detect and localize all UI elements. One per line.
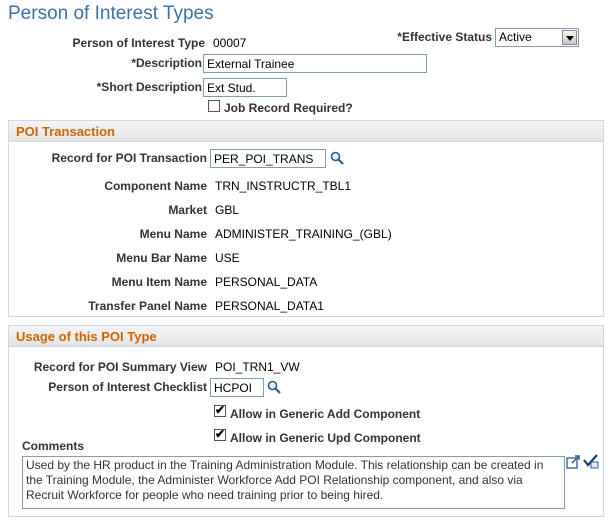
lookup-icon[interactable] [330, 151, 344, 165]
usage-header: Usage of this POI Type [9, 326, 603, 347]
poi-transaction-header: POI Transaction [9, 121, 603, 142]
checkmark-icon: ✔ [215, 403, 226, 417]
checklist-input[interactable] [210, 378, 264, 397]
summary-view-label: Record for POI Summary View [33, 360, 207, 374]
menu-bar-name-label: Menu Bar Name [116, 251, 207, 265]
chevron-down-icon[interactable] [562, 30, 577, 45]
record-poi-transaction-label: Record for POI Transaction [51, 151, 207, 165]
transfer-panel-name-value: PERSONAL_DATA1 [215, 299, 324, 313]
market-label: Market [168, 203, 207, 217]
job-record-label: Job Record Required? [224, 101, 353, 115]
comments-textarea[interactable]: Used by the HR product in the Training A… [22, 456, 565, 509]
allow-upd-label: Allow in Generic Upd Component [230, 431, 421, 445]
menu-item-name-label: Menu Item Name [111, 275, 207, 289]
market-value: GBL [215, 203, 240, 217]
short-description-input[interactable] [203, 78, 287, 97]
menu-bar-name-value: USE [215, 251, 240, 265]
expand-text-icon[interactable] [566, 455, 582, 469]
spell-check-icon[interactable] [583, 453, 599, 469]
comments-label: Comments [22, 439, 85, 453]
poi-type-label: Person of Interest Type [72, 36, 205, 50]
description-input[interactable] [203, 54, 427, 73]
menu-item-name-value: PERSONAL_DATA [215, 275, 318, 289]
job-record-checkbox[interactable] [208, 100, 220, 112]
page-title: Person of Interest Types [8, 3, 214, 24]
checklist-label: Person of Interest Checklist [48, 380, 207, 394]
effective-status-label: *Effective Status [397, 30, 492, 44]
poi-type-value: 00007 [213, 36, 247, 50]
effective-status-select[interactable]: Active [495, 28, 579, 47]
lookup-icon[interactable] [267, 380, 281, 394]
allow-add-checkbox[interactable]: ✔ [214, 403, 226, 417]
checkmark-icon: ✔ [215, 427, 226, 441]
allow-upd-checkbox[interactable]: ✔ [214, 427, 226, 441]
description-label: *Description [131, 56, 202, 70]
allow-add-label: Allow in Generic Add Component [230, 407, 421, 421]
record-poi-transaction-input[interactable] [210, 149, 326, 168]
component-name-value: TRN_INSTRUCTR_TBL1 [215, 179, 352, 193]
menu-name-label: Menu Name [139, 227, 207, 241]
effective-status-value: Active [499, 30, 532, 44]
component-name-label: Component Name [104, 179, 207, 193]
transfer-panel-name-label: Transfer Panel Name [88, 299, 207, 313]
summary-view-value: POI_TRN1_VW [215, 360, 300, 374]
menu-name-value: ADMINISTER_TRAINING_(GBL) [215, 227, 392, 241]
short-description-label: *Short Description [96, 80, 202, 94]
